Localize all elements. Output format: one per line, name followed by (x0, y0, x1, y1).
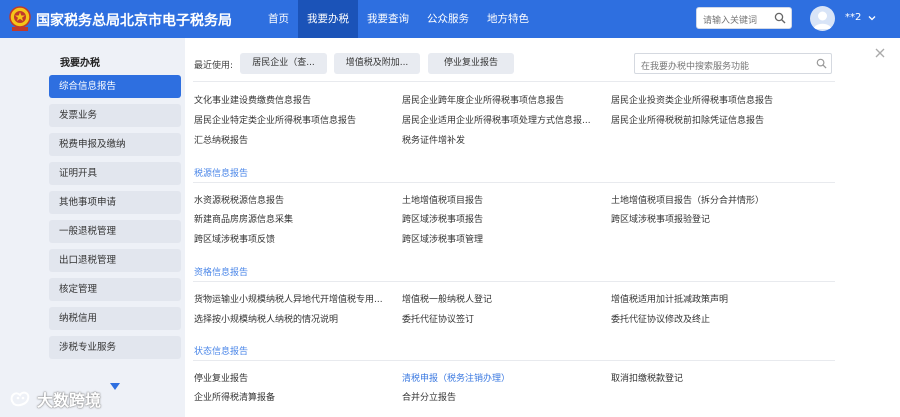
link-agency-agreement-modify[interactable]: 委托代征协议修改及终止 (611, 312, 710, 325)
divider (193, 81, 835, 82)
recent-label: 最近使用: (194, 61, 234, 71)
user-name[interactable]: **2 (845, 12, 861, 23)
section-title-status: 状态信息报告 (194, 347, 249, 357)
site-title: 国家税务总局北京市电子税务局 (36, 13, 232, 29)
header-search-box (696, 7, 792, 31)
link-water-resource-tax[interactable]: 水资源税税源信息报告 (194, 193, 284, 206)
sidebar-item-export-refund[interactable]: 出口退税管理 (49, 249, 181, 272)
nav-local-features[interactable]: 地方特色 (478, 0, 538, 38)
link-consolidated-tax-report[interactable]: 汇总纳税报告 (194, 133, 248, 146)
main-nav: 首页 我要办税 我要查询 公众服务 地方特色 (259, 0, 538, 38)
watermark: 大数跨境 (8, 387, 101, 411)
close-icon[interactable] (873, 46, 887, 60)
main-panel: 最近使用: 居民企业（查... 增值税及附加... 停业复业报告 文化事业建设费… (185, 38, 900, 417)
divider (193, 281, 835, 282)
link-specific-cit-report[interactable]: 居民企业特定类企业所得税事项信息报告 (194, 113, 356, 126)
recent-chip-suspension-report[interactable]: 停业复业报告 (428, 53, 514, 74)
link-culture-fee-report[interactable]: 文化事业建设费缴费信息报告 (194, 93, 311, 106)
watermark-text: 大数跨境 (37, 391, 102, 410)
nav-public-service[interactable]: 公众服务 (418, 0, 478, 38)
tax-bureau-logo-icon (9, 6, 31, 31)
divider (193, 182, 835, 183)
service-search-box (634, 53, 832, 77)
scroll-down-arrow-icon[interactable] (109, 382, 121, 392)
sidebar-title: 我要办税 (60, 58, 100, 69)
recent-chip-vat-surcharge[interactable]: 增值税及附加... (334, 53, 420, 74)
divider (193, 360, 835, 361)
link-new-housing-collection[interactable]: 新建商品房房源信息采集 (194, 212, 293, 225)
sidebar-item-tax-filing[interactable]: 税费申报及缴纳 (49, 133, 181, 156)
link-suspension-resumption[interactable]: 停业复业报告 (194, 371, 248, 384)
top-header: 国家税务总局北京市电子税务局 首页 我要办税 我要查询 公众服务 地方特色 **… (0, 0, 900, 38)
nav-query[interactable]: 我要查询 (358, 0, 418, 38)
nav-tax-handling[interactable]: 我要办税 (298, 0, 358, 38)
section-title-tax-source: 税源信息报告 (194, 169, 249, 179)
link-deduction-voucher-report[interactable]: 居民企业所得税税前扣除凭证信息报告 (611, 113, 764, 126)
link-investment-cit-report[interactable]: 居民企业投资类企业所得税事项信息报告 (611, 93, 773, 106)
recent-chip-resident-enterprise[interactable]: 居民企业（查... (240, 53, 327, 74)
link-cross-region-feedback[interactable]: 跨区域涉税事项反馈 (194, 232, 275, 245)
link-tax-clearance[interactable]: 清税申报（税务注销办理） (402, 371, 510, 384)
sidebar-item-tax-professional-service[interactable]: 涉税专业服务 (49, 336, 181, 359)
nav-home[interactable]: 首页 (259, 0, 298, 38)
header-search-input[interactable] (697, 11, 771, 31)
link-general-taxpayer-registration[interactable]: 增值税一般纳税人登记 (402, 292, 492, 305)
watermark-logo-icon (10, 391, 30, 407)
search-icon[interactable] (774, 12, 786, 24)
user-avatar-icon[interactable] (810, 6, 835, 31)
link-cross-region-report[interactable]: 跨区域涉税事项报告 (402, 212, 483, 225)
link-land-vat-project-split[interactable]: 土地增值税项目报告（拆分合并情形） (611, 193, 764, 206)
sidebar: 我要办税 综合信息报告 发票业务 税费申报及缴纳 证明开具 其他事项申请 一般退… (0, 38, 185, 417)
chevron-down-icon[interactable] (867, 13, 877, 23)
sidebar-item-comprehensive-info-report[interactable]: 综合信息报告 (49, 75, 181, 98)
link-land-vat-project[interactable]: 土地增值税项目报告 (402, 193, 483, 206)
service-search-input[interactable] (635, 57, 813, 77)
link-certificate-reissue[interactable]: 税务证件增补发 (402, 133, 465, 146)
link-vat-super-deduction[interactable]: 增值税适用加计抵减政策声明 (611, 292, 728, 305)
link-cit-liquidation[interactable]: 企业所得税清算报备 (194, 390, 275, 403)
sidebar-item-other-application[interactable]: 其他事项申请 (49, 191, 181, 214)
link-cross-year-cit-report[interactable]: 居民企业跨年度企业所得税事项信息报告 (402, 93, 564, 106)
link-cit-method-report[interactable]: 居民企业适用企业所得税事项处理方式信息报... (402, 113, 591, 126)
sidebar-item-invoice[interactable]: 发票业务 (49, 104, 181, 127)
sidebar-item-certificate[interactable]: 证明开具 (49, 162, 181, 185)
sidebar-item-general-refund[interactable]: 一般退税管理 (49, 220, 181, 243)
link-cross-region-management[interactable]: 跨区域涉税事项管理 (402, 232, 483, 245)
link-cancel-withholding[interactable]: 取消扣缴税款登记 (611, 371, 683, 384)
sidebar-item-tax-credit[interactable]: 纳税信用 (49, 307, 181, 330)
link-freight-vat-invoice[interactable]: 货物运输业小规模纳税人异地代开增值税专用... (194, 292, 383, 305)
link-merger-split-report[interactable]: 合并分立报告 (402, 390, 456, 403)
section-title-qualification: 资格信息报告 (194, 268, 249, 278)
link-cross-region-registration[interactable]: 跨区域涉税事项报验登记 (611, 212, 710, 225)
link-agency-agreement-sign[interactable]: 委托代征协议签订 (402, 312, 474, 325)
link-small-scale-statement[interactable]: 选择按小规模纳税人纳税的情况说明 (194, 312, 338, 325)
search-icon[interactable] (816, 58, 827, 69)
sidebar-item-assessment[interactable]: 核定管理 (49, 278, 181, 301)
